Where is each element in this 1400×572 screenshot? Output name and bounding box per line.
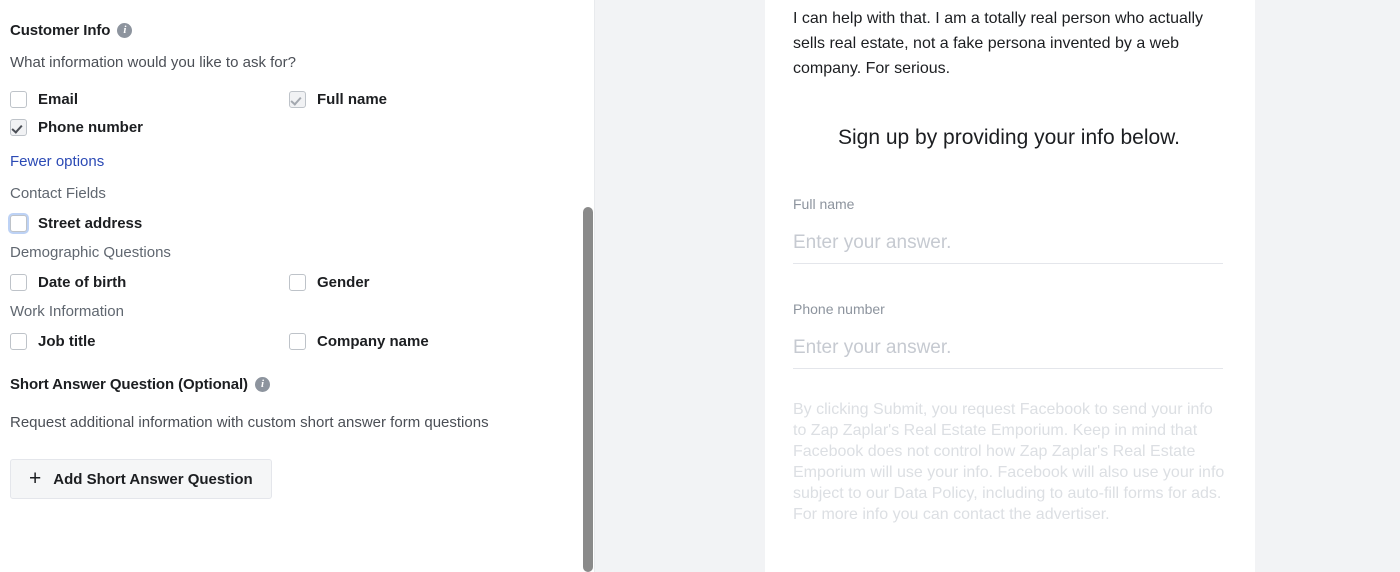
checkbox-date-of-birth[interactable] [10, 273, 27, 291]
checkbox-gender[interactable] [289, 273, 306, 291]
customer-info-heading: Customer Info i [10, 22, 570, 39]
group-demographic-questions: Date of birth Gender [10, 268, 555, 296]
customer-info-title: Customer Info [10, 22, 111, 39]
group-contact-fields: Street address [10, 209, 555, 237]
short-answer-description: Request additional information with cust… [10, 414, 489, 431]
checkbox-label-street-address: Street address [38, 214, 143, 232]
checkbox-street-address[interactable] [10, 214, 27, 232]
checkbox-job-title[interactable] [10, 332, 27, 350]
preview-field-full-name: Full name Enter your answer. [793, 195, 1223, 264]
form-editor-panel: Customer Info i What information would y… [0, 0, 583, 572]
checkbox-company-name[interactable] [289, 332, 306, 350]
checkbox-row-job-title[interactable]: Job title [10, 327, 289, 355]
short-answer-heading: Short Answer Question (Optional) i [10, 376, 570, 393]
short-answer-title: Short Answer Question (Optional) [10, 376, 248, 393]
preview-input-full-name[interactable]: Enter your answer. [793, 231, 1223, 264]
checkbox-row-full-name[interactable]: Full name [289, 85, 549, 113]
preview-legal-disclaimer: By clicking Submit, you request Facebook… [793, 401, 1225, 523]
preview-field-label-phone-number: Phone number [793, 301, 885, 317]
group-label-work-information: Work Information [10, 303, 124, 320]
checkbox-label-company-name: Company name [317, 332, 429, 350]
info-icon[interactable]: i [117, 23, 133, 38]
checkbox-label-phone-number: Phone number [38, 118, 144, 136]
checkbox-label-date-of-birth: Date of birth [38, 273, 127, 291]
group-label-demographic-questions: Demographic Questions [10, 244, 171, 261]
checkbox-label-job-title: Job title [38, 332, 96, 350]
preview-signup-heading: Sign up by providing your info below. [837, 126, 1181, 149]
add-short-answer-question-button[interactable]: + Add Short Answer Question [10, 459, 272, 499]
fewer-options-link[interactable]: Fewer options [10, 153, 104, 170]
preview-field-label-full-name: Full name [793, 196, 855, 212]
group-label-contact-fields: Contact Fields [10, 185, 106, 202]
form-preview-card: I can help with that. I am a totally rea… [765, 0, 1255, 572]
preview-content: I can help with that. I am a totally rea… [793, 0, 1225, 525]
checkbox-row-company-name[interactable]: Company name [289, 327, 549, 355]
checkbox-row-gender[interactable]: Gender [289, 268, 549, 296]
info-icon[interactable]: i [254, 377, 270, 392]
checkbox-phone-number[interactable] [10, 118, 27, 136]
editor-scrollbar-thumb[interactable] [583, 207, 593, 572]
add-short-answer-question-label: Add Short Answer Question [53, 470, 253, 488]
right-background [1255, 0, 1400, 572]
preview-intro-text: I can help with that. I am a totally rea… [793, 10, 1203, 77]
primary-options-group: Email Full name Phone number [10, 85, 555, 141]
editor-content: Customer Info i What information would y… [10, 0, 570, 499]
preview-field-phone-number: Phone number Enter your answer. [793, 300, 1223, 369]
checkbox-row-date-of-birth[interactable]: Date of birth [10, 268, 289, 296]
plus-icon: + [29, 466, 42, 490]
checkbox-email[interactable] [10, 90, 27, 108]
preview-input-phone-number[interactable]: Enter your answer. [793, 336, 1223, 369]
checkbox-row-street-address[interactable]: Street address [10, 209, 289, 237]
preview-gutter [594, 0, 765, 572]
checkbox-label-gender: Gender [317, 273, 370, 291]
checkbox-row-email[interactable]: Email [10, 85, 289, 113]
checkbox-row-phone-number[interactable]: Phone number [10, 113, 289, 141]
checkbox-label-full-name: Full name [317, 90, 388, 108]
group-work-information: Job title Company name [10, 327, 555, 355]
checkbox-full-name[interactable] [289, 90, 306, 108]
checkbox-label-email: Email [38, 90, 79, 108]
customer-info-question: What information would you like to ask f… [10, 54, 296, 71]
